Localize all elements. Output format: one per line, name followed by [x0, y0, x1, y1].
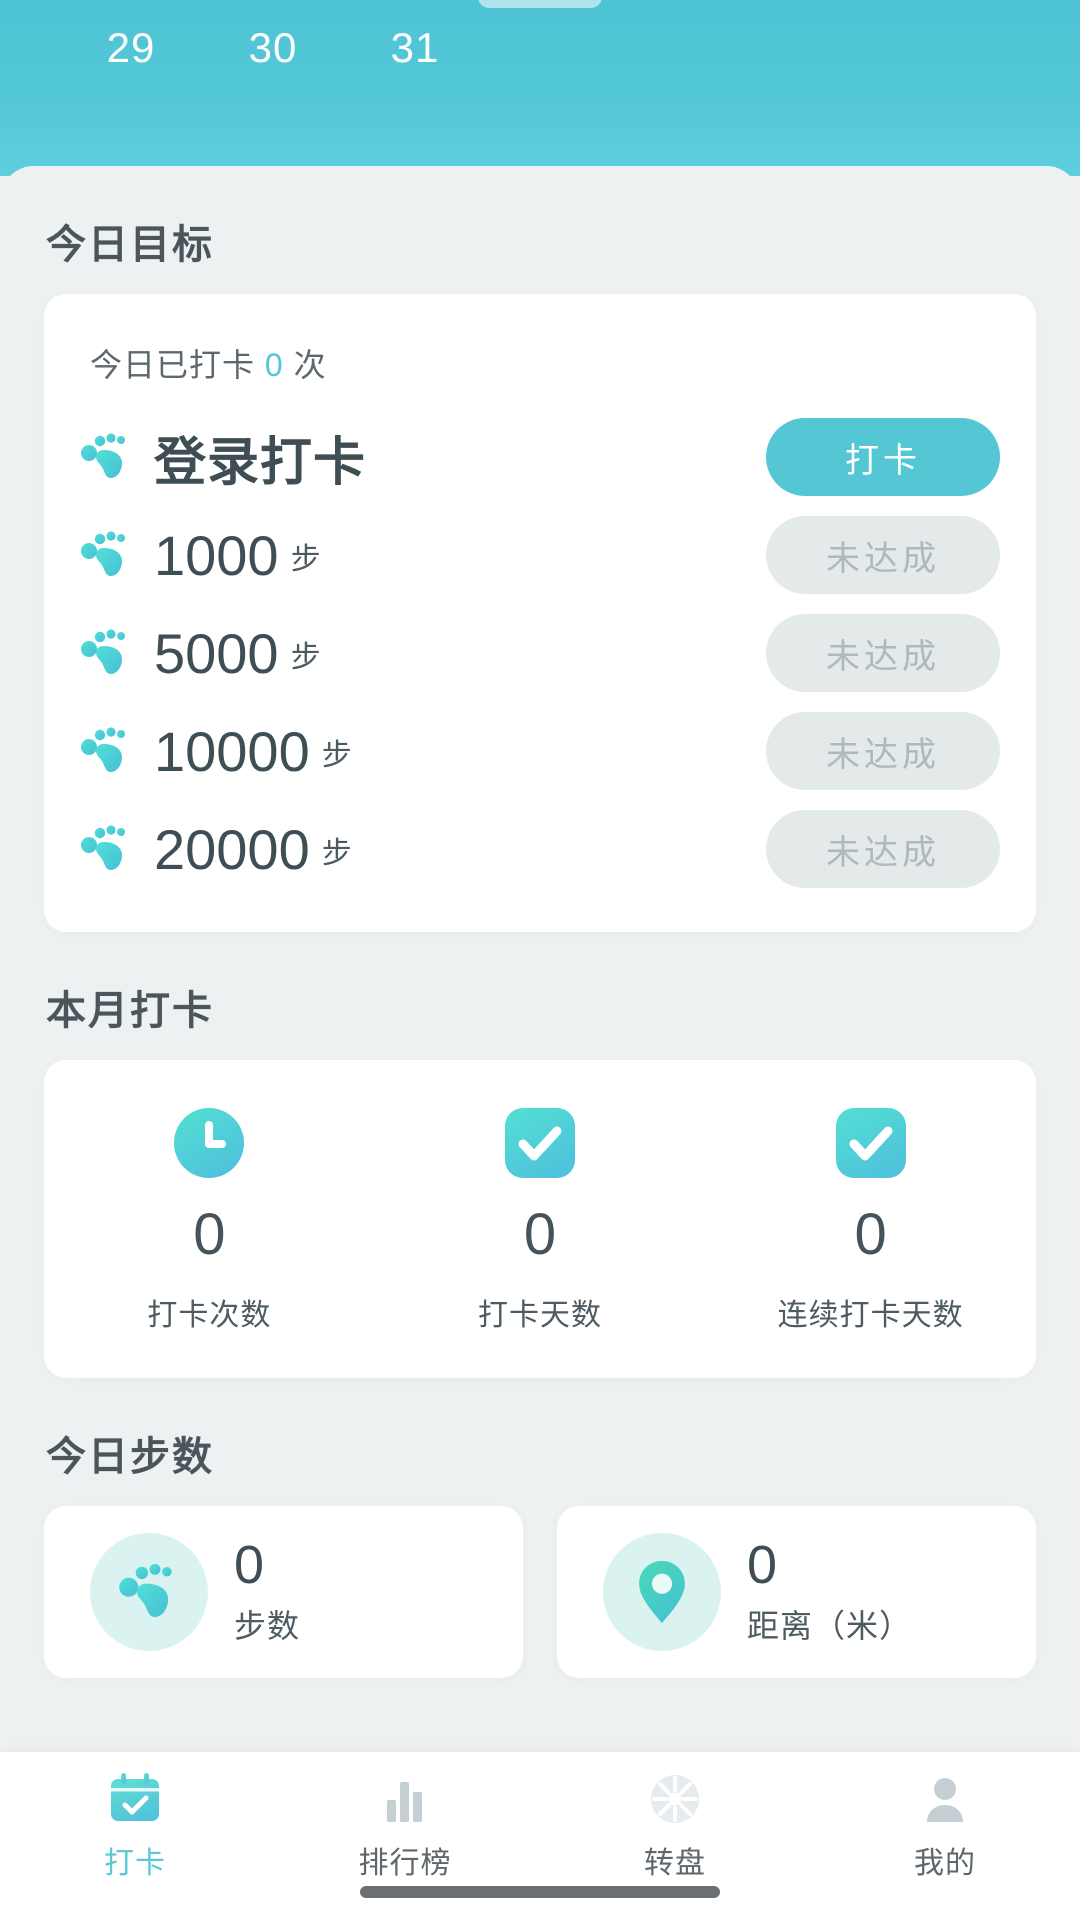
goal-row-left: 10000 步 [80, 719, 766, 784]
goal-row: 20000 步 未达成 [80, 800, 1000, 898]
goal-row-left: 5000 步 [80, 621, 766, 686]
steps-section-title: 今日步数 [46, 1435, 214, 1479]
distance-value: 0 [747, 1534, 778, 1595]
goal-row-left: 1000 步 [80, 523, 766, 588]
goals-section-title: 今日目标 [46, 223, 214, 267]
goal-label: 20000 [154, 817, 310, 881]
location-pin-icon [603, 1533, 721, 1651]
checkin-summary-prefix: 今日已打卡 [90, 347, 256, 383]
checkin-summary-suffix: 次 [293, 347, 327, 383]
goal-label: 登录打卡 [154, 433, 367, 492]
goal-action-button[interactable]: 未达成 [766, 614, 1000, 692]
app-root: 29 30 31 今日目标 今日已打卡 0 次 登录打卡 打卡 1000 步 未… [0, 0, 1080, 1920]
goals-card: 今日已打卡 0 次 登录打卡 打卡 1000 步 未达成 5000 步 未达成 … [44, 294, 1036, 932]
steps-row: 0 步数 0 距离（米） [44, 1506, 1036, 1678]
checkin-summary-count: 0 [264, 347, 284, 383]
steps-count-label: 步数 [234, 1608, 301, 1645]
goal-label: 5000 [154, 621, 279, 685]
goal-row: 10000 步 未达成 [80, 702, 1000, 800]
stat-value: 0 [193, 1202, 226, 1267]
tab-wheel[interactable]: 转盘 [540, 1770, 810, 1882]
steps-count-value: 0 [234, 1534, 265, 1595]
footprint-icon [80, 531, 132, 579]
stat-label: 打卡天数 [478, 1299, 602, 1332]
calendar-check-icon [106, 1770, 164, 1828]
today-checkin-summary: 今日已打卡 0 次 [80, 340, 1000, 386]
goal-row: 登录打卡 打卡 [80, 408, 1000, 506]
steps-count-texts: 0 步数 [234, 1534, 301, 1648]
goal-label: 10000 [154, 719, 310, 783]
tab-label: 排行榜 [358, 1847, 452, 1880]
distance-card[interactable]: 0 距离（米） [557, 1506, 1036, 1678]
goal-action-button[interactable]: 未达成 [766, 516, 1000, 594]
goal-row-left: 登录打卡 [80, 420, 766, 495]
calendar-day-row[interactable]: 29 30 31 [0, 0, 1080, 96]
tab-leaderboard[interactable]: 排行榜 [270, 1770, 540, 1882]
goal-action-button[interactable]: 未达成 [766, 810, 1000, 888]
person-icon [916, 1770, 974, 1828]
clock-icon [172, 1106, 246, 1180]
tab-profile[interactable]: 我的 [810, 1770, 1080, 1882]
goal-row: 5000 步 未达成 [80, 604, 1000, 702]
home-indicator [360, 1886, 720, 1898]
bar-chart-icon [376, 1770, 434, 1828]
stat-item: 0 连续打卡天数 [705, 1106, 1036, 1334]
tab-label: 我的 [914, 1847, 976, 1880]
distance-label: 距离（米） [747, 1608, 913, 1645]
footprint-icon [80, 433, 132, 481]
stat-label: 打卡次数 [147, 1299, 272, 1332]
goal-unit: 步 [321, 836, 352, 870]
stat-label: 连续打卡天数 [777, 1299, 964, 1332]
month-section-title: 本月打卡 [46, 989, 214, 1033]
distance-texts: 0 距离（米） [747, 1534, 913, 1648]
check-box-icon [834, 1106, 908, 1180]
tab-checkin[interactable]: 打卡 [0, 1770, 270, 1882]
goal-unit: 步 [321, 738, 352, 772]
goal-row-left: 20000 步 [80, 817, 766, 882]
stat-value: 0 [854, 1202, 887, 1267]
calendar-day[interactable]: 29 [60, 24, 202, 72]
goal-row: 1000 步 未达成 [80, 506, 1000, 604]
footprint-icon [80, 727, 132, 775]
stat-item: 0 打卡次数 [44, 1106, 375, 1334]
calendar-day[interactable]: 30 [202, 24, 344, 72]
tab-label: 打卡 [104, 1847, 166, 1880]
month-stats-card: 0 打卡次数 0 打卡天数 0 连续打卡天数 [44, 1060, 1036, 1378]
tab-label: 转盘 [644, 1847, 706, 1880]
goal-unit: 步 [290, 640, 321, 674]
footprint-icon [80, 629, 132, 677]
footprint-icon [90, 1533, 208, 1651]
wheel-icon [646, 1770, 704, 1828]
content-sheet: 今日目标 今日已打卡 0 次 登录打卡 打卡 1000 步 未达成 5000 步… [0, 166, 1080, 1752]
check-box-icon [503, 1106, 577, 1180]
calendar-day[interactable]: 31 [344, 24, 486, 72]
goal-action-button[interactable]: 未达成 [766, 712, 1000, 790]
stat-value: 0 [523, 1202, 557, 1267]
stat-item: 0 打卡天数 [375, 1106, 706, 1334]
header-banner: 29 30 31 [0, 0, 1080, 176]
footprint-icon [80, 825, 132, 873]
goal-unit: 步 [290, 542, 321, 576]
goal-action-button[interactable]: 打卡 [766, 418, 1000, 496]
goal-label: 1000 [154, 523, 279, 587]
steps-count-card[interactable]: 0 步数 [44, 1506, 523, 1678]
